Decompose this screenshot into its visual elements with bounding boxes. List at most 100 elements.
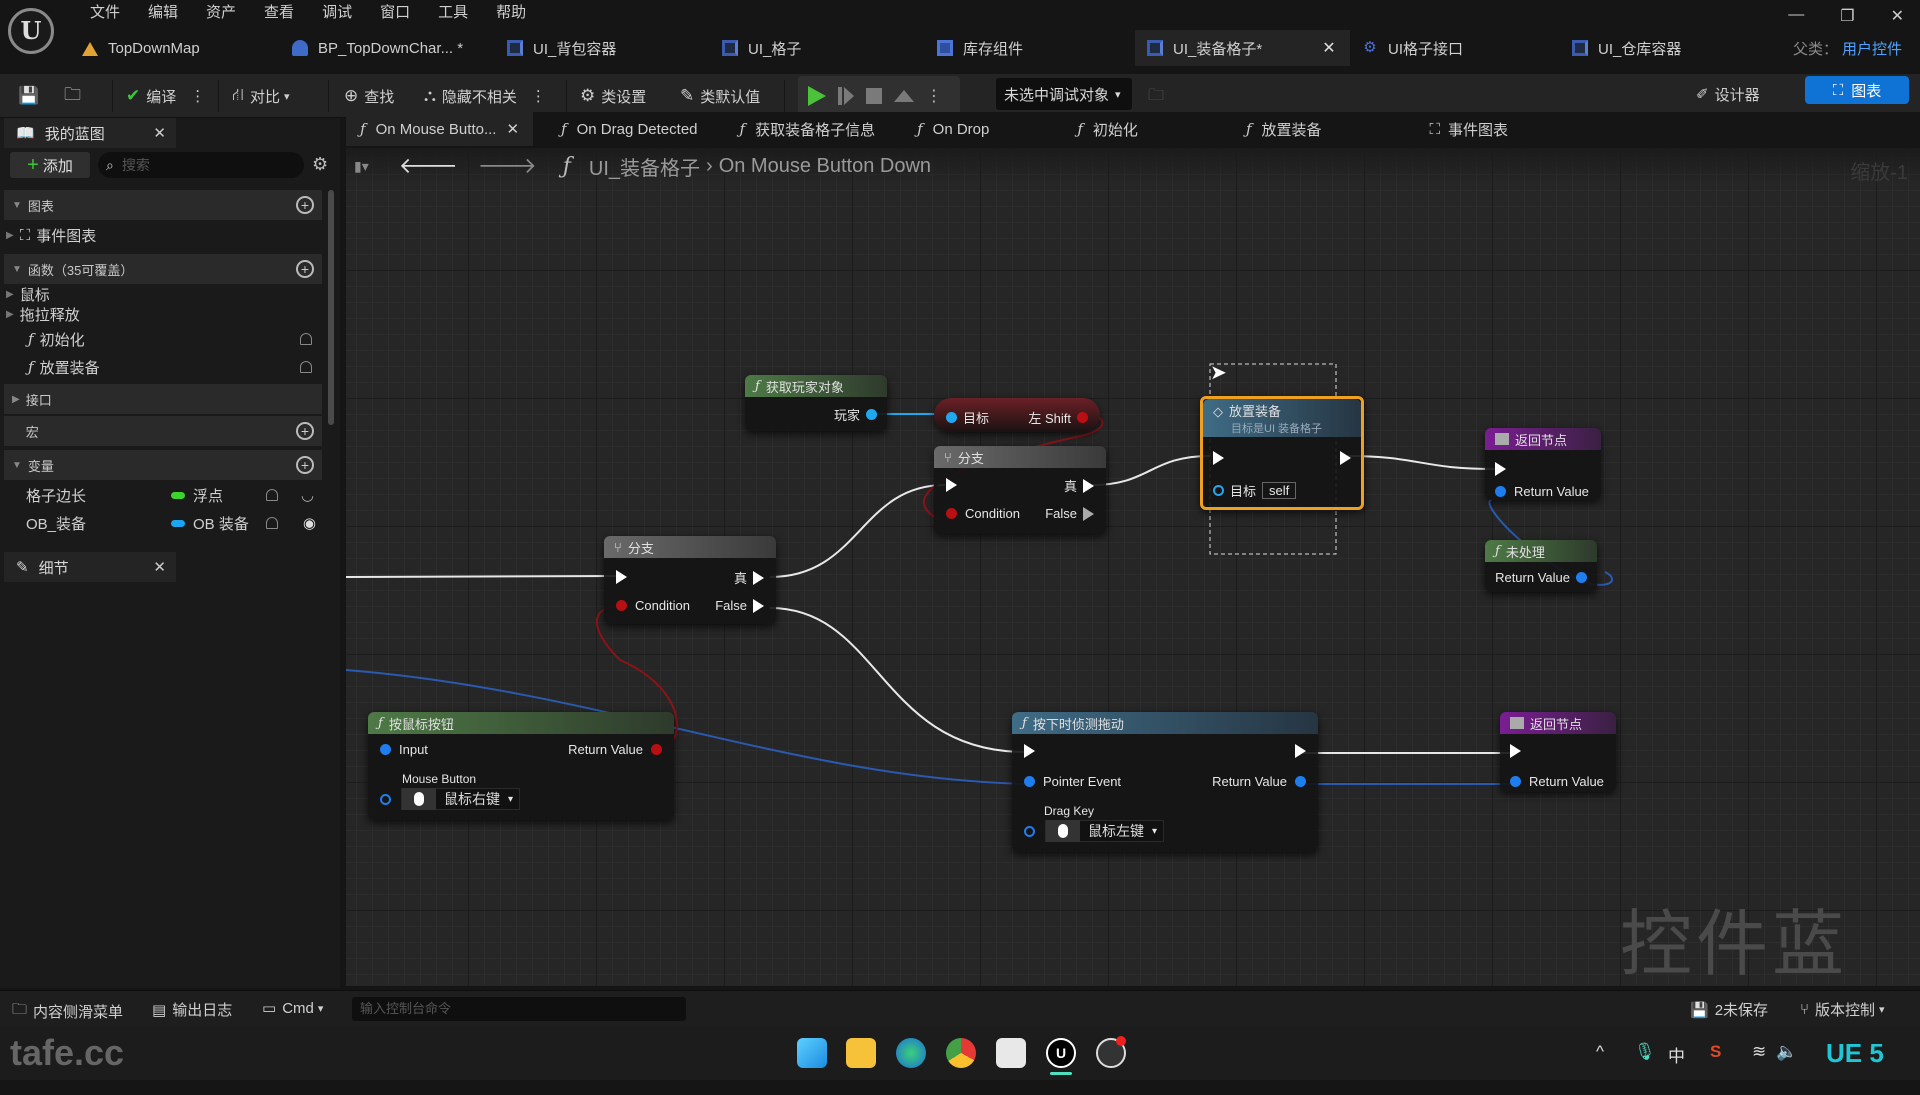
key-selector[interactable]: 鼠标左键 ▾ [1045,820,1165,842]
tab-place-equipment[interactable]: ƒ 放置装备 [1232,112,1336,146]
add-macro-icon[interactable]: + [296,422,314,440]
save-button[interactable]: 💾 [18,80,45,112]
tab-event-graph[interactable]: ⛶ 事件图表 [1416,112,1523,146]
pin-exec-in[interactable] [1510,744,1521,758]
tab-on-drag-detected[interactable]: ƒ On Drag Detected [547,112,711,146]
node-detect-drag[interactable]: ƒ 按下时侦测拖动 Pointer Event Return Value Drag… [1012,712,1318,852]
compile-button[interactable]: ✔ 编译 ⋮ [126,80,205,112]
pin-condition[interactable]: Condition [946,506,1020,521]
compile-options-icon[interactable]: ⋮ [190,87,205,105]
close-icon[interactable]: ✕ [153,558,166,576]
doc-tab-bp-topdownchar[interactable]: BP_TopDownChar... * [280,30,495,66]
pin-return-value[interactable]: Return Value [1212,774,1306,789]
doc-tab-topdownmap[interactable]: TopDownMap [70,30,280,66]
unsaved-button[interactable]: 💾 2未保存 [1690,999,1768,1020]
menu-tools[interactable]: 工具 [424,2,482,24]
play-options-icon[interactable]: ⋮ [926,86,942,106]
find-button[interactable]: ⊕ 查找 [344,80,394,112]
file-explorer-icon[interactable] [846,1038,876,1068]
source-control-button[interactable]: ⑂ 版本控制 ▾ [1800,999,1885,1020]
step-icon[interactable] [838,87,854,105]
node-return-2[interactable]: 返回节点 Return Value [1500,712,1616,792]
section-variables[interactable]: ▼ 变量 + [4,450,322,480]
node-get-player[interactable]: ƒ 获取玩家对象 玩家 [745,375,887,431]
pin-exec-in[interactable] [1024,744,1035,758]
add-button[interactable]: + 添加 [10,152,90,178]
restore-icon[interactable]: ❐ [1840,6,1854,26]
pin-false[interactable]: False [715,598,764,613]
ime-indicator[interactable]: 中 [1668,1042,1685,1067]
doc-tab-inventory-component[interactable]: 库存组件 [925,30,1135,66]
pin-exec-in[interactable] [616,570,627,584]
pin-exec-in[interactable] [1495,462,1506,476]
debug-browse-icon[interactable]: 🗀 [1148,84,1164,111]
pin-true[interactable]: 真 [1064,476,1094,495]
microsoft-store-icon[interactable] [996,1038,1026,1068]
pin-left-shift[interactable]: 左 Shift [1028,408,1088,427]
pin-exec-in[interactable] [946,478,957,492]
parent-class-link[interactable]: 用户控件 [1842,41,1902,58]
stop-icon[interactable] [866,88,882,104]
node-unhandled[interactable]: ƒ 未处理 Return Value [1485,540,1597,592]
microphone-icon[interactable]: 🎙 [1634,1042,1656,1062]
category-drag-drop[interactable]: ▶ 拖拉释放 [6,304,322,324]
pin-true[interactable]: 真 [734,568,764,587]
debug-object-select[interactable]: 未选中调试对象 ▾ [996,78,1132,110]
tab-get-equip-slot-info[interactable]: ƒ 获取装备格子信息 [726,112,890,146]
key-selector[interactable]: 鼠标右键 ▾ [401,788,521,810]
unreal-logo-icon[interactable]: U [8,8,54,54]
tab-on-mouse-button-down[interactable]: ƒ On Mouse Butto... ✕ [346,112,534,146]
sogou-input-icon[interactable]: S [1710,1042,1721,1062]
edge-icon[interactable] [896,1038,926,1068]
pin-exec-out[interactable] [1295,744,1306,758]
event-graph-item[interactable]: ▶ ⛶ 事件图表 [6,220,322,250]
console-command-input[interactable]: 输入控制台命令 [352,997,686,1021]
forward-arrow-icon[interactable]: 🡒 [478,153,537,179]
tray-expand-icon[interactable]: ^ [1596,1042,1604,1062]
pin-target[interactable]: 目标 self [1213,481,1297,500]
doc-tab-ui-equip-slot[interactable]: UI_装备格子* ✕ [1135,30,1350,66]
doc-tab-ui-backpack[interactable]: UI_背包容器 [495,30,710,66]
pin-mouse-button[interactable]: 鼠标右键 ▾ [380,788,521,810]
bookmark-icon[interactable]: ▮▾ [354,158,369,175]
menu-edit[interactable]: 编辑 [134,2,192,24]
menu-debug[interactable]: 调试 [308,2,366,24]
unreal-engine-icon[interactable]: U [1046,1038,1076,1068]
variable-row[interactable]: OB_装备 OB 装备 ◉ [6,510,322,536]
content-drawer-button[interactable]: 🗀 内容侧滑菜单 [12,999,123,1024]
my-blueprint-tab[interactable]: 📖 我的蓝图 ✕ [4,118,176,148]
volume-icon[interactable]: 🔈 [1776,1042,1797,1062]
section-interfaces[interactable]: ▶ 接口 [4,384,322,414]
close-icon[interactable]: ✕ [1891,6,1904,26]
menu-window[interactable]: 窗口 [366,2,424,24]
node-left-shift[interactable]: 目标 左 Shift [934,398,1100,432]
pin-return-value[interactable]: Return Value [1495,484,1589,499]
gear-icon[interactable]: ⚙ [312,154,328,175]
add-variable-icon[interactable]: + [296,456,314,474]
pin-exec-out[interactable] [1340,451,1351,465]
details-tab[interactable]: ✎ 细节 ✕ [4,552,176,582]
cmd-dropdown[interactable]: ▭ Cmd ▾ [262,999,323,1018]
add-function-icon[interactable]: + [296,260,314,278]
search-input[interactable]: ⌕ 搜索 [98,152,304,178]
diff-button[interactable]: ⛙ 对比 ▾ [232,80,290,112]
function-item-place-equipment[interactable]: ƒ 放置装备 [6,354,322,380]
pin-return-value[interactable]: Return Value [568,742,662,757]
graph-canvas[interactable]: ƒ 获取玩家对象 玩家 目标 左 Shift ⑂ 分支 真 Condition Fa… [346,148,1920,986]
close-tab-icon[interactable]: ✕ [1322,38,1335,58]
eye-icon[interactable]: ◉ [303,514,316,532]
variable-row[interactable]: 格子边长 浮点 ◡ [6,482,322,508]
pin-player[interactable]: 玩家 [834,405,877,424]
category-mouse[interactable]: ▶ 鼠标 [6,284,322,304]
menu-asset[interactable]: 资产 [192,2,250,24]
scrollbar[interactable] [328,190,334,425]
class-settings-button[interactable]: ⚙ 类设置 [580,80,646,112]
pin-target[interactable]: 目标 [946,408,989,427]
menu-view[interactable]: 查看 [250,2,308,24]
tab-on-drop[interactable]: ƒ On Drop [903,112,1003,146]
node-is-mouse-button[interactable]: ƒ 按鼠标按钮 Input Return Value Mouse Button 鼠… [368,712,674,820]
minimize-icon[interactable]: — [1788,6,1804,26]
function-item-init[interactable]: ƒ 初始化 [6,326,322,352]
close-icon[interactable]: ✕ [506,120,519,138]
section-macros[interactable]: ▶宏+ [4,416,322,446]
